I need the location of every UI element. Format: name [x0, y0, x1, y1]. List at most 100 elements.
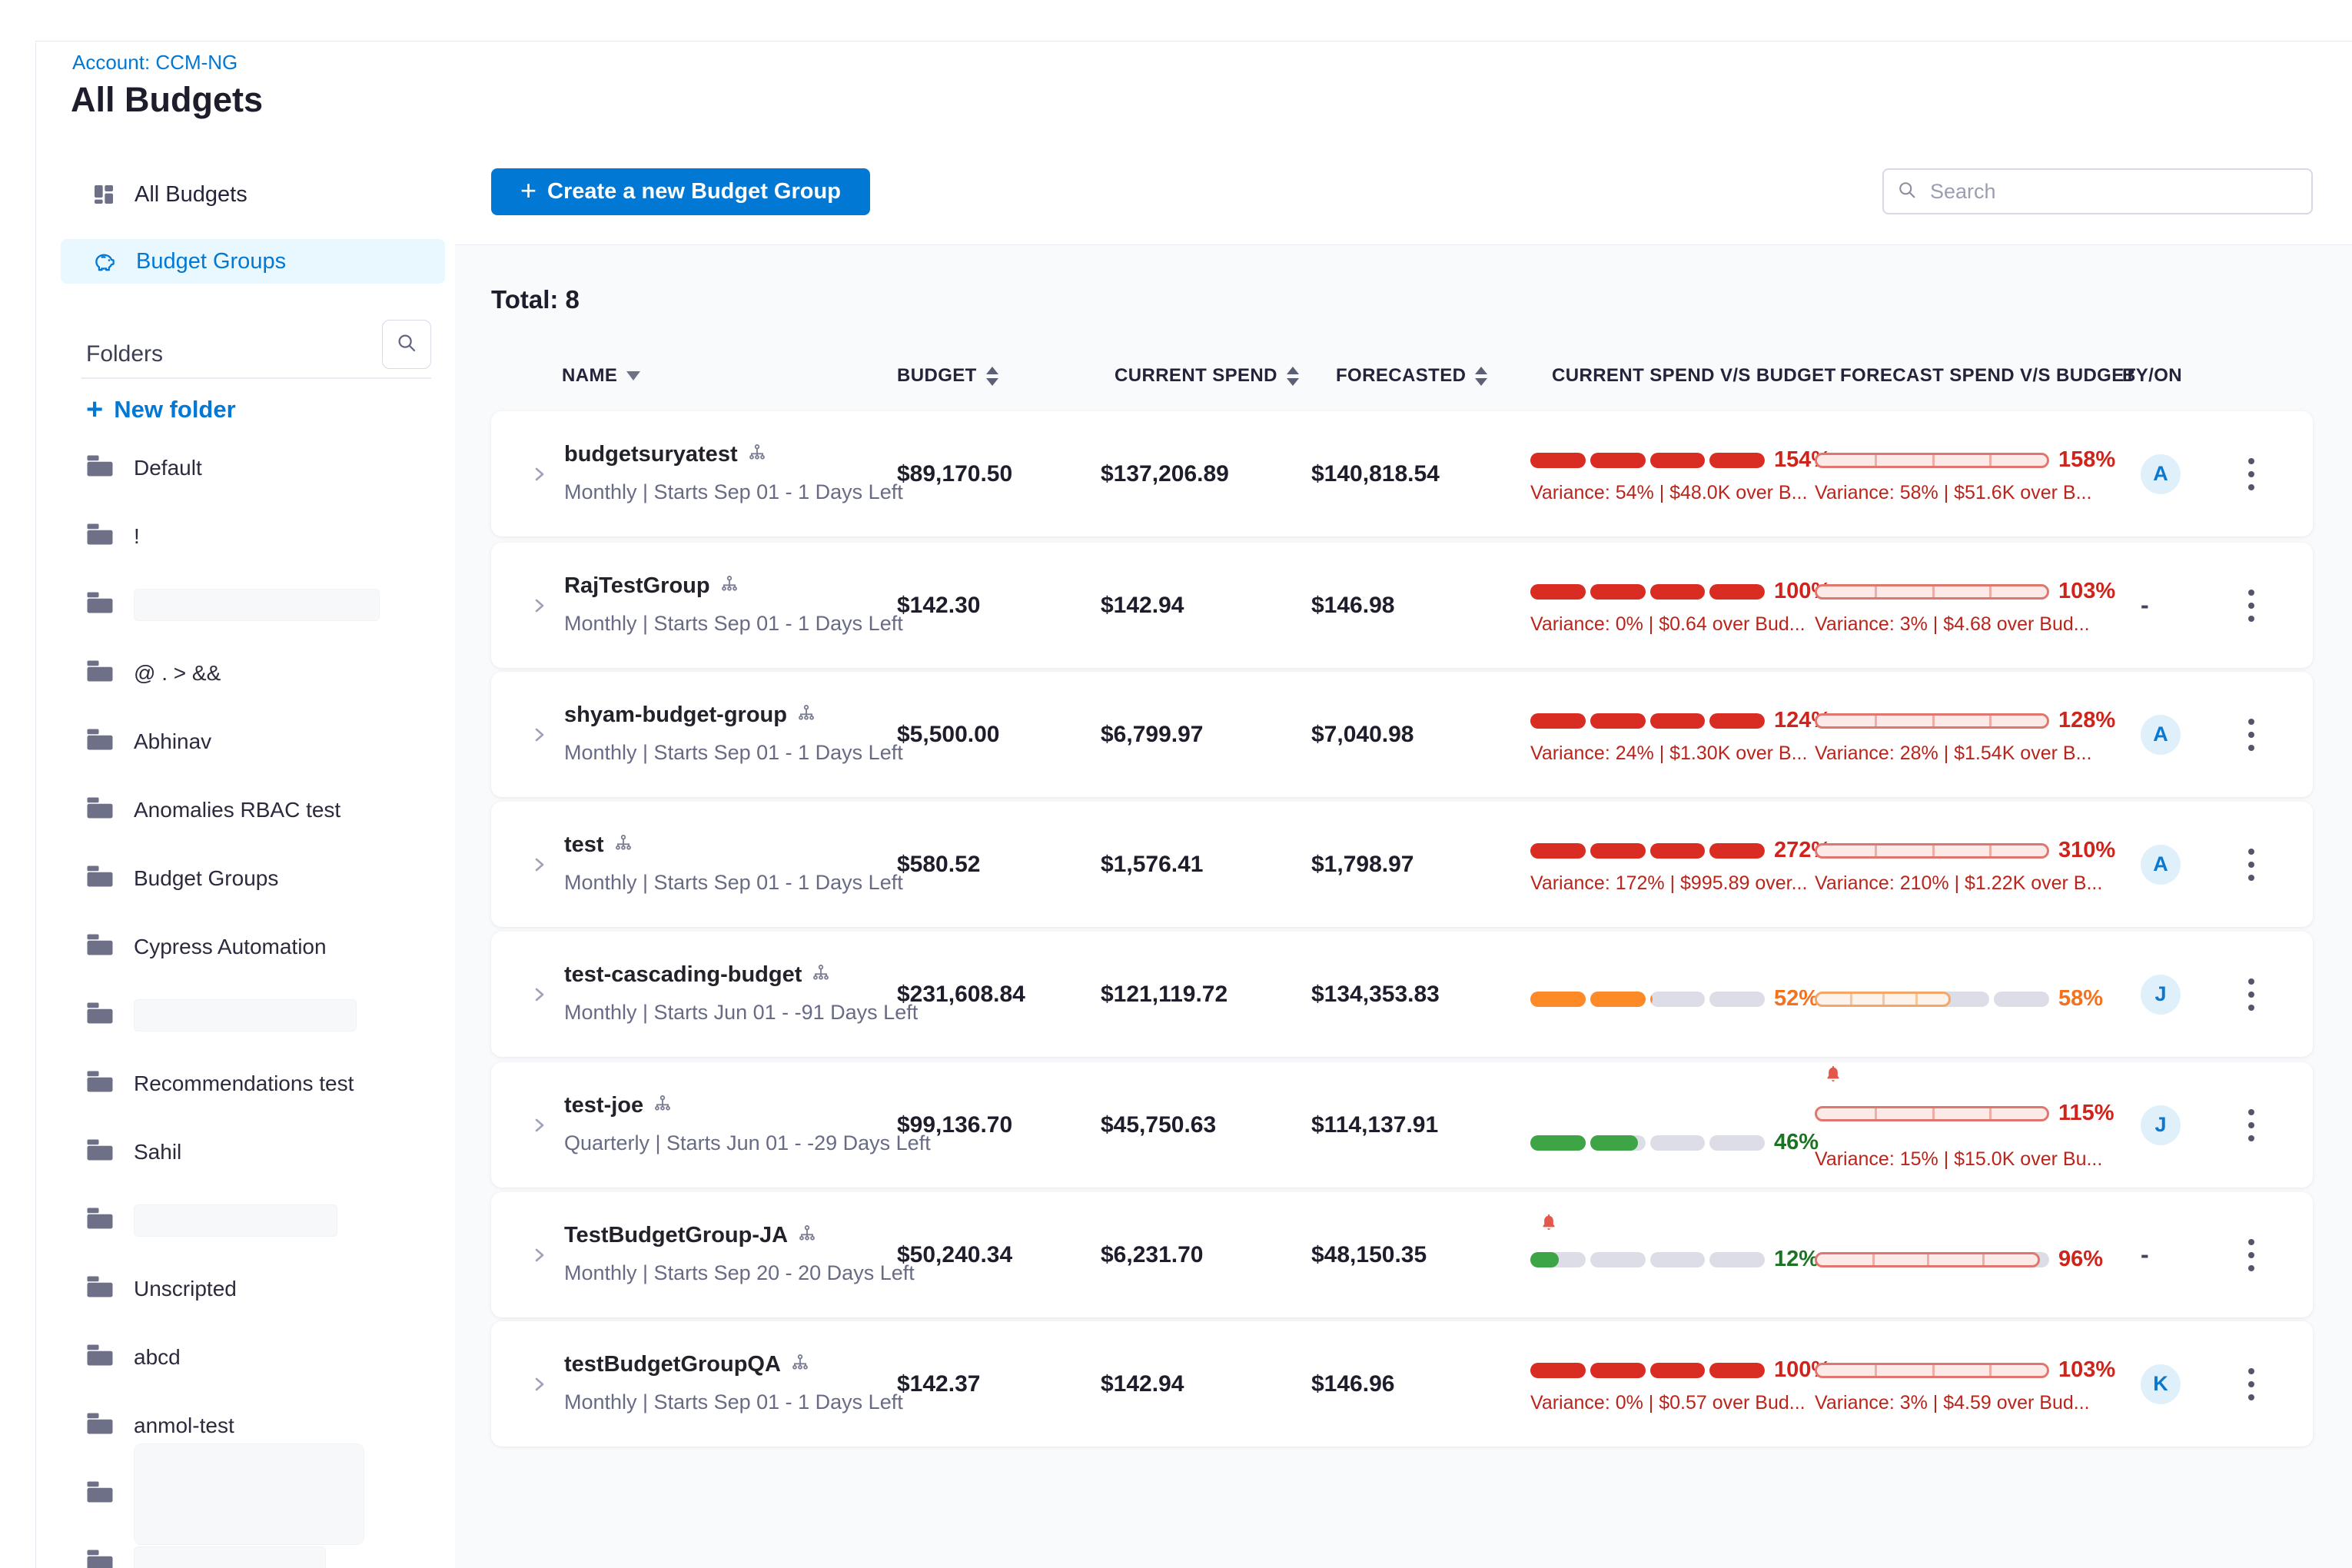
- column-header[interactable]: CURRENT SPEND V/S BUDGET: [1552, 365, 1836, 387]
- new-folder-button[interactable]: + New folder: [86, 394, 236, 426]
- budget-group-row: test-joe Quarterly | Starts Jun 01 - -29…: [491, 1062, 2313, 1188]
- expand-chevron-icon[interactable]: [530, 543, 548, 668]
- account-breadcrumb[interactable]: Account: CCM-NG: [72, 51, 238, 75]
- folder-item[interactable]: abcd: [36, 1323, 455, 1391]
- budget-group-name[interactable]: test-cascading-budget: [564, 962, 802, 988]
- folder-item[interactable]: [36, 1186, 455, 1254]
- column-label: CURRENT SPEND: [1115, 365, 1277, 387]
- budget-group-row: test-cascading-budget Monthly | Starts J…: [491, 932, 2313, 1057]
- expand-chevron-icon[interactable]: [530, 672, 548, 797]
- row-menu-button[interactable]: [2241, 543, 2262, 668]
- expand-chevron-icon[interactable]: [530, 802, 548, 927]
- sort-icon[interactable]: [626, 371, 640, 380]
- row-menu-button[interactable]: [2241, 802, 2262, 927]
- budget-value: $231,608.84: [897, 932, 1025, 1057]
- row-menu-button[interactable]: [2241, 932, 2262, 1057]
- budget-group-name[interactable]: test-joe: [564, 1093, 643, 1118]
- owner-avatar: -: [2141, 1241, 2149, 1269]
- column-header[interactable]: FORECAST SPEND V/S BUDGET: [1840, 365, 2136, 387]
- folder-icon: [86, 1002, 114, 1028]
- budget-value: $5,500.00: [897, 672, 999, 797]
- page-title: All Budgets: [71, 80, 263, 120]
- forecast-vs-budget-bar: [1815, 713, 2049, 729]
- budget-group-name[interactable]: shyam-budget-group: [564, 703, 787, 728]
- folder-item[interactable]: Default: [36, 434, 455, 502]
- folder-item[interactable]: @ . > &&: [36, 639, 455, 707]
- forecast-variance-text: Variance: 15% | $15.0K over Bu...: [1815, 1148, 2102, 1171]
- column-header[interactable]: CURRENT SPEND: [1115, 365, 1299, 387]
- folder-item[interactable]: Abhinav: [36, 707, 455, 776]
- row-menu-button[interactable]: [2241, 1062, 2262, 1188]
- expand-chevron-icon[interactable]: [530, 1321, 548, 1447]
- budget-group-name[interactable]: TestBudgetGroup-JA: [564, 1223, 788, 1248]
- folders-section-title: Folders: [86, 341, 163, 367]
- row-menu-button[interactable]: [2241, 672, 2262, 797]
- budget-schedule: Monthly | Starts Sep 01 - 1 Days Left: [564, 480, 903, 504]
- folder-item[interactable]: Recommendations test: [36, 1049, 455, 1118]
- hierarchy-icon: [811, 963, 831, 987]
- current-spend-value: $6,799.97: [1101, 672, 1203, 797]
- folder-icon: [86, 454, 114, 481]
- sidebar-item-budget-groups[interactable]: Budget Groups: [61, 239, 445, 284]
- budget-group-name[interactable]: RajTestGroup: [564, 573, 710, 599]
- sort-icon[interactable]: [1475, 367, 1487, 386]
- folder-item[interactable]: !: [36, 502, 455, 570]
- hierarchy-icon: [719, 574, 739, 598]
- budget-schedule: Monthly | Starts Sep 20 - 20 Days Left: [564, 1261, 915, 1285]
- alert-bell-icon: [1822, 1064, 1844, 1085]
- expand-chevron-icon[interactable]: [530, 411, 548, 537]
- folder-item[interactable]: [36, 981, 455, 1049]
- owner-avatar: -: [2141, 591, 2149, 620]
- sidebar: All Budgets Budget Groups Folders + New …: [36, 140, 456, 1568]
- expand-chevron-icon[interactable]: [530, 1192, 548, 1317]
- folder-icon: [86, 728, 114, 755]
- column-header[interactable]: NAME: [562, 365, 640, 387]
- budget-group-name[interactable]: testBudgetGroupQA: [564, 1352, 781, 1377]
- folder-label: Unscripted: [134, 1277, 237, 1301]
- budget-value: $142.37: [897, 1321, 980, 1447]
- folder-item[interactable]: [36, 1460, 455, 1528]
- folder-label: [134, 1443, 364, 1545]
- folder-item[interactable]: [36, 570, 455, 639]
- folder-label: Anomalies RBAC test: [134, 798, 341, 822]
- search-box: [1882, 168, 2313, 214]
- sort-icon[interactable]: [1287, 367, 1299, 386]
- create-budget-group-button[interactable]: + Create a new Budget Group: [491, 168, 870, 215]
- column-header[interactable]: FORECASTED: [1336, 365, 1487, 387]
- expand-chevron-icon[interactable]: [530, 932, 548, 1057]
- column-header[interactable]: BUDGET: [897, 365, 998, 387]
- hierarchy-icon: [790, 1353, 810, 1377]
- folder-item[interactable]: Cypress Automation: [36, 912, 455, 981]
- current-vs-budget-bar: [1530, 992, 1765, 1007]
- sidebar-item-all-budgets[interactable]: All Budgets: [36, 171, 455, 218]
- folder-list: Default ! @ . > && Abhinav Anomalies RBA…: [36, 434, 455, 1568]
- search-input[interactable]: [1928, 179, 2299, 204]
- budget-group-name[interactable]: budgetsuryatest: [564, 442, 738, 467]
- expand-chevron-icon[interactable]: [530, 1062, 548, 1188]
- divider: [81, 377, 431, 379]
- folder-icon: [86, 1207, 114, 1234]
- sidebar-item-label: Budget Groups: [136, 249, 286, 274]
- current-variance-text: Variance: 54% | $48.0K over B...: [1530, 482, 1807, 504]
- folder-item[interactable]: Unscripted: [36, 1254, 455, 1323]
- row-menu-button[interactable]: [2241, 1321, 2262, 1447]
- row-menu-button[interactable]: [2241, 1192, 2262, 1317]
- column-label: BUDGET: [897, 365, 977, 387]
- current-spend-value: $6,231.70: [1101, 1192, 1203, 1317]
- budget-group-name[interactable]: test: [564, 832, 604, 858]
- folder-icon: [86, 865, 114, 892]
- folder-search-button[interactable]: [382, 320, 431, 369]
- current-vs-budget-bar: [1530, 584, 1765, 600]
- folder-item[interactable]: Sahil: [36, 1118, 455, 1186]
- row-menu-button[interactable]: [2241, 411, 2262, 537]
- all-budgets-page: Account: CCM-NG All Budgets All Budgets …: [0, 0, 2352, 1568]
- column-header[interactable]: BY/ON: [2122, 365, 2182, 387]
- current-vs-budget-percent: 12%: [1774, 1247, 1819, 1272]
- sort-icon[interactable]: [986, 367, 998, 386]
- forecast-vs-budget-percent: 310%: [2058, 838, 2115, 863]
- folder-label: Cypress Automation: [134, 935, 327, 959]
- folder-item[interactable]: Anomalies RBAC test: [36, 776, 455, 844]
- owner-avatar: A: [2141, 454, 2181, 494]
- folder-label: @ . > &&: [134, 661, 221, 686]
- folder-item[interactable]: Budget Groups: [36, 844, 455, 912]
